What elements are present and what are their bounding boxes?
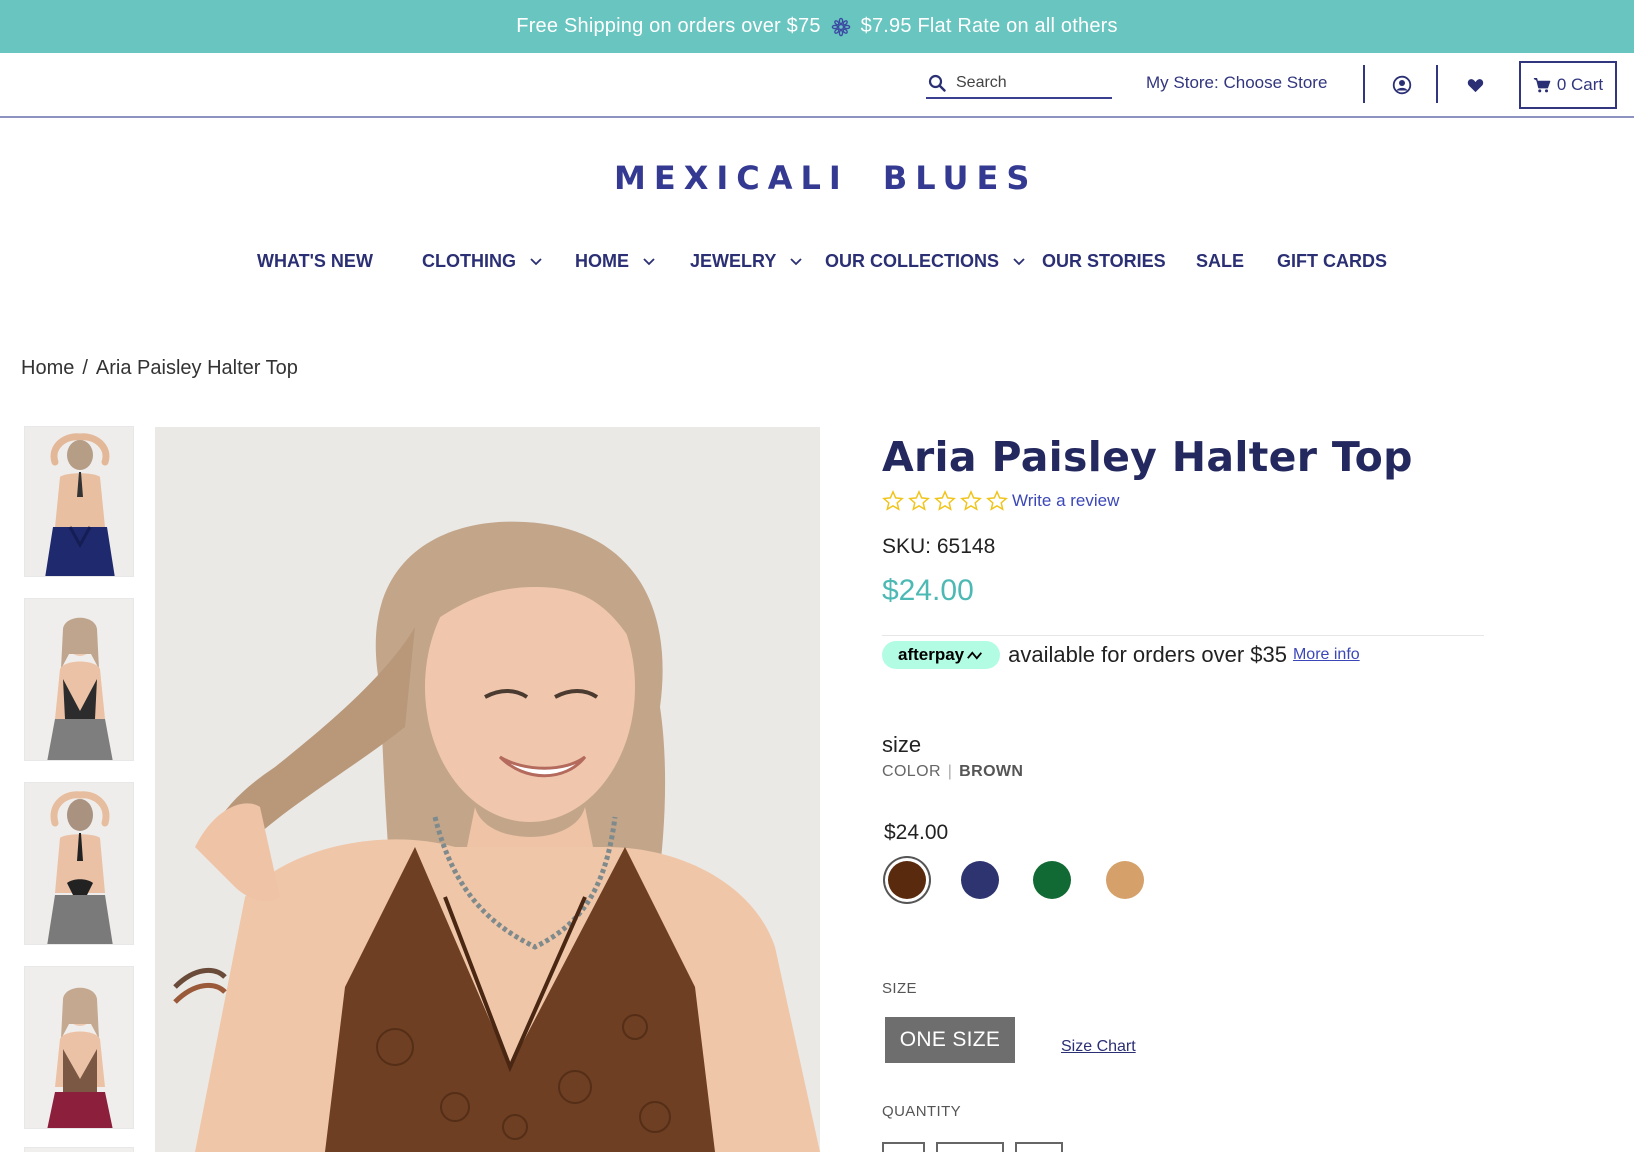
nav-item-gift-cards[interactable]: GIFT CARDS [1277,251,1387,272]
nav-item-jewelry[interactable]: JEWELRY [690,251,802,272]
chevron-down-icon [530,257,542,265]
announcement-shipping-text: Free Shipping on orders over $75 [516,15,821,37]
breadcrumb: Home / Aria Paisley Halter Top [21,357,298,380]
variant-price: $24.00 [884,821,949,844]
color-label-text: COLOR [882,763,941,780]
quantity-increment-button[interactable] [1015,1142,1063,1152]
site-logo[interactable]: MEXICALI BLUES [614,146,1029,210]
product-thumbnail[interactable] [24,598,134,761]
nav-label: CLOTHING [422,251,516,271]
logo-word-left: MEXICALI [614,159,849,197]
search-icon[interactable] [928,74,946,92]
utility-bar: My Store: Choose Store 0 Cart [0,53,1634,118]
nav-item-whats-new[interactable]: WHAT'S NEW [257,251,373,272]
flower-icon [831,17,851,37]
product-main-image[interactable] [155,427,820,1152]
nav-label: WHAT'S NEW [257,251,373,271]
cart-label: 0 Cart [1556,75,1604,94]
afterpay-more-info-link[interactable]: More info [1293,646,1360,664]
star-outline-icon[interactable] [908,490,930,512]
search-input[interactable] [956,74,1106,92]
size-chart-link[interactable]: Size Chart [1061,1038,1136,1056]
breadcrumb-current: Aria Paisley Halter Top [95,357,298,379]
product-title: Aria Paisley Halter Top [882,433,1413,481]
star-outline-icon[interactable] [934,490,956,512]
afterpay-loop-icon [967,650,983,660]
product-photo [155,427,820,1152]
nav-item-home[interactable]: HOME [575,251,655,272]
afterpay-logo-text: afterpay [898,645,965,664]
nav-label: SALE [1196,251,1245,271]
star-outline-icon[interactable] [986,490,1008,512]
afterpay-badge: afterpay [882,641,1001,669]
afterpay-text: available for orders over $35 [1008,642,1287,667]
write-review-link[interactable]: Write a review [1012,491,1119,511]
search-box[interactable] [926,69,1112,99]
chevron-down-icon [643,257,655,265]
nav-item-sale[interactable]: SALE [1196,251,1244,272]
size-option-one-size[interactable]: ONE SIZE [885,1017,1015,1063]
announcement-flat-rate-text: $7.95 Flat Rate on all others [860,15,1118,37]
quantity-input[interactable] [936,1142,1004,1152]
color-label: COLOR | BROWN [882,763,1024,780]
product-price: $24.00 [882,574,974,607]
main-nav: WHAT'S NEW CLOTHING HOME JEWELRY OUR COL… [0,251,1634,283]
breadcrumb-separator: / [82,357,88,379]
product-thumbnail[interactable] [24,782,134,945]
afterpay-info: afterpay available for orders over $35 M… [882,641,1360,669]
cart-icon [1533,78,1551,93]
product-thumbnail[interactable] [24,1147,134,1152]
nav-item-our-stories[interactable]: OUR STORIES [1042,251,1166,272]
account-icon[interactable] [1390,73,1414,97]
divider [1363,65,1365,103]
chevron-down-icon [790,257,802,265]
color-swatch-navy[interactable] [961,861,999,899]
my-store-link[interactable]: My Store: Choose Store [1146,73,1327,93]
nav-label: JEWELRY [690,251,777,271]
nav-label: GIFT CARDS [1277,251,1387,271]
nav-label: HOME [575,251,629,271]
size-label: SIZE [882,980,917,997]
nav-item-our-collections[interactable]: OUR COLLECTIONS [825,251,1025,272]
cart-button[interactable]: 0 Cart [1519,61,1617,109]
option-label: size [882,732,922,757]
divider [882,635,1484,636]
heart-icon[interactable] [1463,73,1487,97]
rating-stars[interactable]: Write a review [882,490,1119,512]
quantity-label: QUANTITY [882,1103,962,1120]
color-swatch-green[interactable] [1033,861,1071,899]
logo-word-right: BLUES [882,159,1038,197]
nav-item-clothing[interactable]: CLOTHING [422,251,542,272]
star-outline-icon[interactable] [960,490,982,512]
star-outline-icon[interactable] [882,490,904,512]
chevron-down-icon [1013,257,1025,265]
product-thumbnail[interactable] [24,966,134,1129]
color-swatch-tan[interactable] [1106,861,1144,899]
color-swatch-brown[interactable] [888,861,926,899]
nav-label: OUR STORIES [1042,251,1166,271]
quantity-decrement-button[interactable] [882,1142,925,1152]
breadcrumb-home-link[interactable]: Home [21,357,74,379]
nav-label: OUR COLLECTIONS [825,251,999,271]
color-value: BROWN [959,763,1024,780]
product-sku: SKU: 65148 [882,535,996,558]
announcement-bar: Free Shipping on orders over $75 $7.95 F… [0,0,1634,53]
divider [1436,65,1438,103]
product-thumbnail[interactable] [24,426,134,577]
